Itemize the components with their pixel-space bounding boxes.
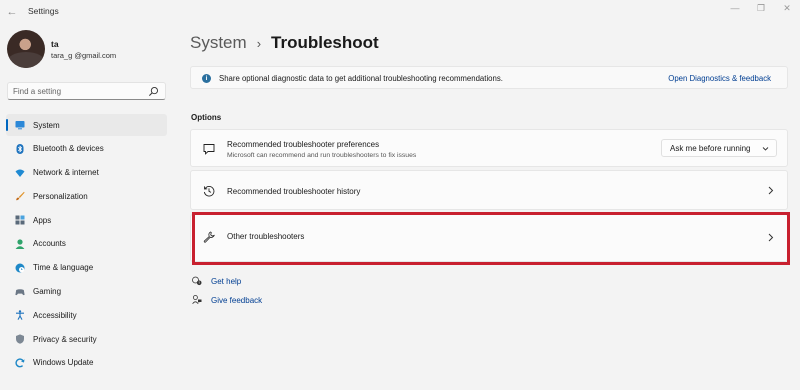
dropdown-value: Ask me before running	[670, 144, 751, 153]
get-help-link[interactable]: ? Get help	[192, 276, 241, 286]
chat-bubble-icon	[203, 144, 215, 155]
sidebar-item-label: Windows Update	[33, 358, 94, 368]
wrench-icon	[203, 231, 215, 243]
chevron-right-icon	[768, 233, 774, 242]
app-title: Settings	[28, 6, 59, 16]
globe-clock-icon	[15, 263, 25, 273]
svg-text:?: ?	[198, 281, 200, 285]
sidebar-item-label: Gaming	[33, 287, 62, 297]
restore-button[interactable]: ❐	[748, 0, 774, 20]
sidebar-nav: System Bluetooth & devices Network & int…	[6, 114, 167, 376]
get-help-label: Get help	[211, 276, 242, 286]
sidebar-item-label: System	[33, 120, 60, 130]
diagnostics-info-bar: i Share optional diagnostic data to get …	[190, 66, 788, 89]
other-troubleshooters-card[interactable]: Other troubleshooters	[190, 214, 788, 262]
breadcrumb-parent-system[interactable]: System	[190, 33, 247, 53]
recommended-preferences-card: Recommended troubleshooter preferences M…	[190, 129, 788, 167]
give-feedback-link[interactable]: Give feedback	[192, 295, 262, 305]
sidebar-item-label: Accounts	[33, 239, 66, 249]
sidebar-item-label: Time & language	[33, 263, 94, 273]
open-diagnostics-link[interactable]: Open Diagnostics & feedback	[668, 74, 771, 83]
sidebar-item-accessibility[interactable]: Accessibility	[6, 304, 167, 326]
apps-icon	[15, 215, 25, 225]
sidebar-item-label: Apps	[33, 215, 52, 225]
brush-icon	[16, 192, 25, 201]
sidebar-item-accounts[interactable]: Accounts	[6, 233, 167, 255]
sidebar-item-label: Accessibility	[33, 310, 77, 320]
sidebar-item-gaming[interactable]: Gaming	[6, 281, 167, 303]
sidebar-item-label: Bluetooth & devices	[33, 144, 104, 154]
search-icon[interactable]	[148, 86, 159, 97]
close-button[interactable]: ✕	[774, 0, 800, 20]
sidebar-item-network-internet[interactable]: Network & internet	[6, 162, 167, 184]
sidebar-item-time-language[interactable]: Time & language	[6, 257, 167, 279]
window-controls: — ❐ ✕	[722, 0, 800, 20]
sidebar-item-apps[interactable]: Apps	[6, 209, 167, 231]
sidebar-item-bluetooth-devices[interactable]: Bluetooth & devices	[6, 138, 167, 160]
person-icon	[15, 239, 25, 249]
sidebar-item-label: Personalization	[33, 191, 88, 201]
history-icon	[203, 186, 215, 197]
card-subtitle: Microsoft can recommend and run troubles…	[227, 152, 417, 159]
help-icon: ?	[192, 276, 202, 286]
user-email: tara_g @gmail.com	[51, 51, 117, 60]
sidebar-item-system[interactable]: System	[6, 114, 167, 136]
gamepad-icon	[15, 288, 25, 295]
card-title: Recommended troubleshooter history	[227, 187, 361, 196]
page-title: Troubleshoot	[271, 33, 379, 52]
accessibility-icon	[16, 310, 24, 321]
wifi-icon	[15, 169, 25, 177]
chevron-down-icon	[762, 147, 769, 151]
feedback-icon	[192, 295, 202, 305]
back-arrow-icon[interactable]: ←	[4, 4, 20, 20]
minimize-button[interactable]: —	[722, 0, 748, 20]
sidebar-item-privacy-security[interactable]: Privacy & security	[6, 328, 167, 350]
card-title: Recommended troubleshooter preferences	[227, 140, 380, 149]
search-input[interactable]	[13, 85, 148, 98]
sidebar-item-personalization[interactable]: Personalization	[6, 185, 167, 207]
avatar[interactable]	[7, 30, 45, 68]
recommended-history-card[interactable]: Recommended troubleshooter history	[190, 170, 788, 210]
title-bar: ← Settings — ❐ ✕	[0, 0, 800, 24]
chevron-right-icon	[768, 186, 774, 195]
troubleshooter-preference-dropdown[interactable]: Ask me before running	[661, 139, 777, 157]
breadcrumb: System › Troubleshoot	[190, 31, 379, 55]
monitor-icon	[15, 121, 25, 130]
card-title: Other troubleshooters	[227, 232, 305, 241]
info-icon: i	[202, 74, 211, 83]
give-feedback-label: Give feedback	[211, 295, 263, 305]
info-message: Share optional diagnostic data to get ad…	[219, 74, 503, 83]
search-box[interactable]	[7, 82, 166, 100]
breadcrumb-separator: ›	[256, 35, 262, 51]
sidebar-item-label: Network & internet	[33, 168, 99, 178]
bluetooth-icon	[16, 143, 24, 154]
sidebar-item-label: Privacy & security	[33, 334, 97, 344]
shield-icon	[16, 334, 24, 344]
update-icon	[15, 358, 25, 368]
options-heading: Options	[191, 113, 222, 122]
user-name: ta	[51, 39, 59, 49]
sidebar-item-windows-update[interactable]: Windows Update	[6, 352, 167, 374]
